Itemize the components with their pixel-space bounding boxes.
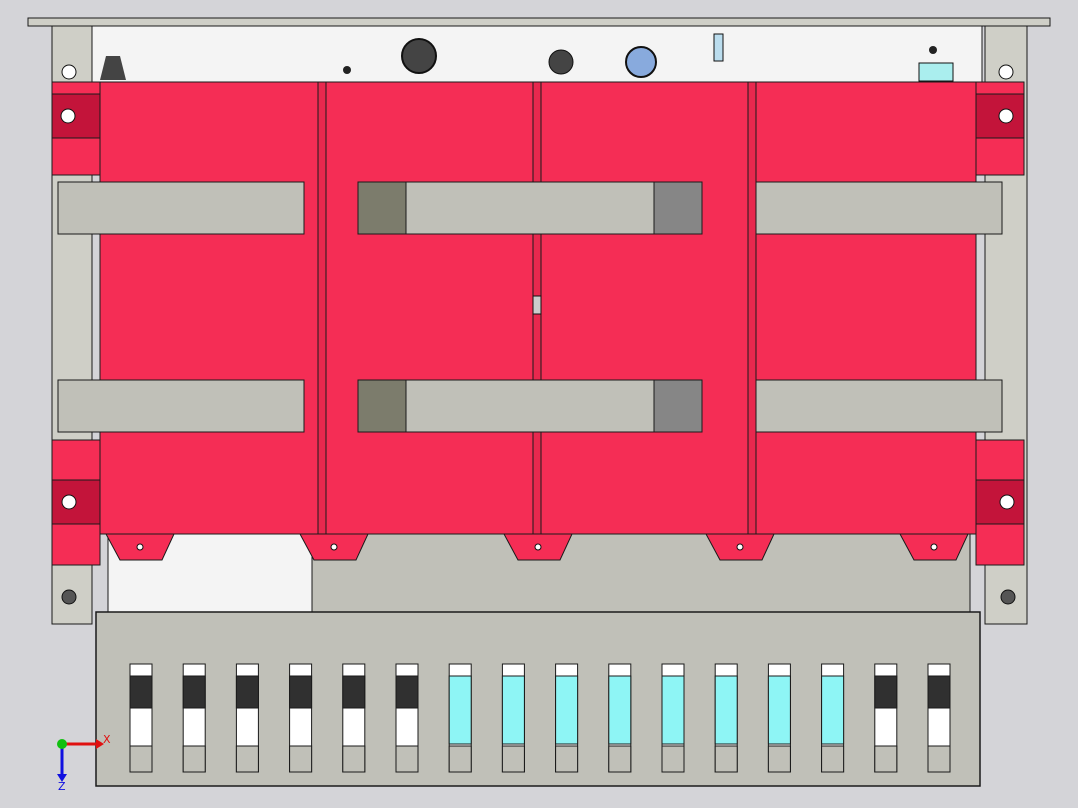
strap-end (357, 379, 407, 433)
connector-block (918, 62, 954, 82)
vent-slot (661, 663, 685, 773)
tab-hole (330, 543, 338, 551)
lower-tray (311, 533, 971, 617)
connector-hole (401, 38, 437, 74)
strap (57, 379, 305, 433)
strap-end (357, 181, 407, 235)
bracket-tab (51, 93, 101, 139)
connector-round (625, 46, 657, 78)
divider-clip (532, 295, 542, 315)
mount-hole (61, 64, 77, 80)
bracket-hole (998, 108, 1014, 124)
vent-slot (289, 663, 313, 773)
divider (747, 81, 757, 535)
vent-slot (448, 663, 472, 773)
front-cover (95, 611, 981, 787)
strap-end (653, 379, 703, 433)
mount-hole (61, 589, 77, 605)
vent-slot (714, 663, 738, 773)
connector-hole (548, 49, 574, 75)
tab-hole (534, 543, 542, 551)
cad-model-drawing[interactable]: X Z (0, 0, 1078, 808)
slot-mark (713, 33, 724, 62)
triad-z-label: Z (58, 780, 66, 793)
strap-end (653, 181, 703, 235)
mount-hole (998, 64, 1014, 80)
bracket-hole (61, 494, 77, 510)
bracket-hole (60, 108, 76, 124)
strap (57, 181, 305, 235)
vent-slot (129, 663, 153, 773)
vent-slot (927, 663, 951, 773)
screw-hole (929, 46, 937, 54)
vent-slot (821, 663, 845, 773)
top-rail (27, 17, 1051, 27)
vent-slot (767, 663, 791, 773)
vent-slot (342, 663, 366, 773)
vent-slot (182, 663, 206, 773)
strap (357, 181, 703, 235)
vent-slot (235, 663, 259, 773)
cad-viewport[interactable]: X Z (0, 0, 1078, 808)
screw-hole (343, 66, 351, 74)
back-panel (91, 25, 983, 87)
bracket-hole (999, 494, 1015, 510)
divider (317, 81, 327, 535)
strap (357, 379, 703, 433)
vent-slot (608, 663, 632, 773)
tab-hole (136, 543, 144, 551)
tab-hole (930, 543, 938, 551)
strap (755, 181, 1003, 235)
mount-hole (1000, 589, 1016, 605)
triad-x-label: X (103, 733, 111, 746)
vent-slot (555, 663, 579, 773)
vent-slot (395, 663, 419, 773)
vent-slot (501, 663, 525, 773)
strap (755, 379, 1003, 433)
vent-slot (874, 663, 898, 773)
tab-hole (736, 543, 744, 551)
